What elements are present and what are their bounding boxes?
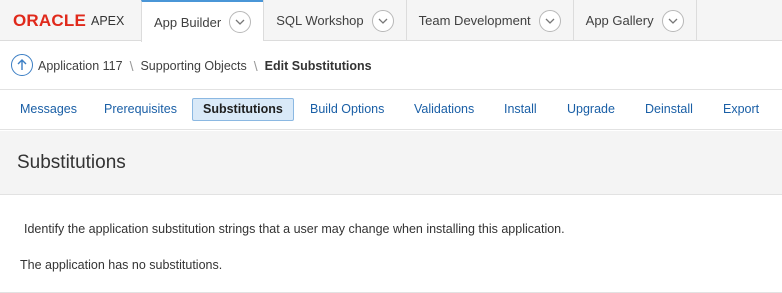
no-data-message: The application has no substitutions.: [20, 258, 223, 272]
arrow-up-icon[interactable]: [11, 54, 33, 76]
subtab-validations[interactable]: Validations: [414, 98, 474, 121]
region-header: Substitutions: [0, 131, 782, 195]
region-body: Identify the application substitution st…: [0, 196, 782, 293]
region-title: Substitutions: [17, 152, 126, 173]
tab-team-development[interactable]: Team Development: [405, 0, 573, 41]
breadcrumb-bar: Application 117 \ Supporting Objects \ E…: [0, 42, 782, 90]
subtab-prerequisites[interactable]: Prerequisites: [104, 98, 177, 121]
top-navigation-bar: ORACLE APEX App Builder SQL Workshop Tea…: [0, 0, 782, 42]
subtab-export[interactable]: Export: [723, 98, 759, 121]
supporting-objects-tabs: Messages Prerequisites Substitutions Bui…: [0, 91, 782, 130]
subtab-messages[interactable]: Messages: [20, 98, 77, 121]
tab-label: Team Development: [418, 13, 531, 28]
chevron-down-icon[interactable]: [229, 11, 252, 33]
breadcrumb-application[interactable]: Application 117: [38, 59, 123, 73]
subtab-upgrade[interactable]: Upgrade: [567, 98, 615, 121]
chevron-down-icon[interactable]: [371, 9, 394, 32]
breadcrumb: Application 117 \ Supporting Objects \ E…: [38, 58, 372, 74]
chevron-down-icon[interactable]: [661, 9, 684, 32]
chevron-down-icon[interactable]: [538, 9, 561, 32]
breadcrumb-separator: \: [253, 58, 258, 74]
region-description: Identify the application substitution st…: [24, 222, 565, 236]
subtab-deinstall[interactable]: Deinstall: [645, 98, 693, 121]
top-nav-tabs: App Builder SQL Workshop Team Developmen…: [141, 0, 697, 42]
tab-label: SQL Workshop: [276, 13, 364, 28]
tab-app-gallery[interactable]: App Gallery: [572, 0, 697, 41]
oracle-apex-logo[interactable]: ORACLE APEX: [13, 12, 124, 30]
subtab-substitutions[interactable]: Substitutions: [192, 98, 294, 121]
tab-label: App Gallery: [585, 13, 654, 28]
logo-apex-text: APEX: [90, 14, 125, 28]
breadcrumb-supporting-objects[interactable]: Supporting Objects: [140, 59, 246, 73]
breadcrumb-separator: \: [129, 58, 134, 74]
subtab-install[interactable]: Install: [504, 98, 537, 121]
tab-sql-workshop[interactable]: SQL Workshop: [263, 0, 405, 41]
tab-label: App Builder: [154, 14, 222, 30]
subtab-build-options[interactable]: Build Options: [310, 98, 384, 121]
breadcrumb-current: Edit Substitutions: [264, 59, 372, 73]
tab-app-builder[interactable]: App Builder: [141, 0, 264, 42]
logo-oracle-text: ORACLE: [13, 11, 86, 30]
